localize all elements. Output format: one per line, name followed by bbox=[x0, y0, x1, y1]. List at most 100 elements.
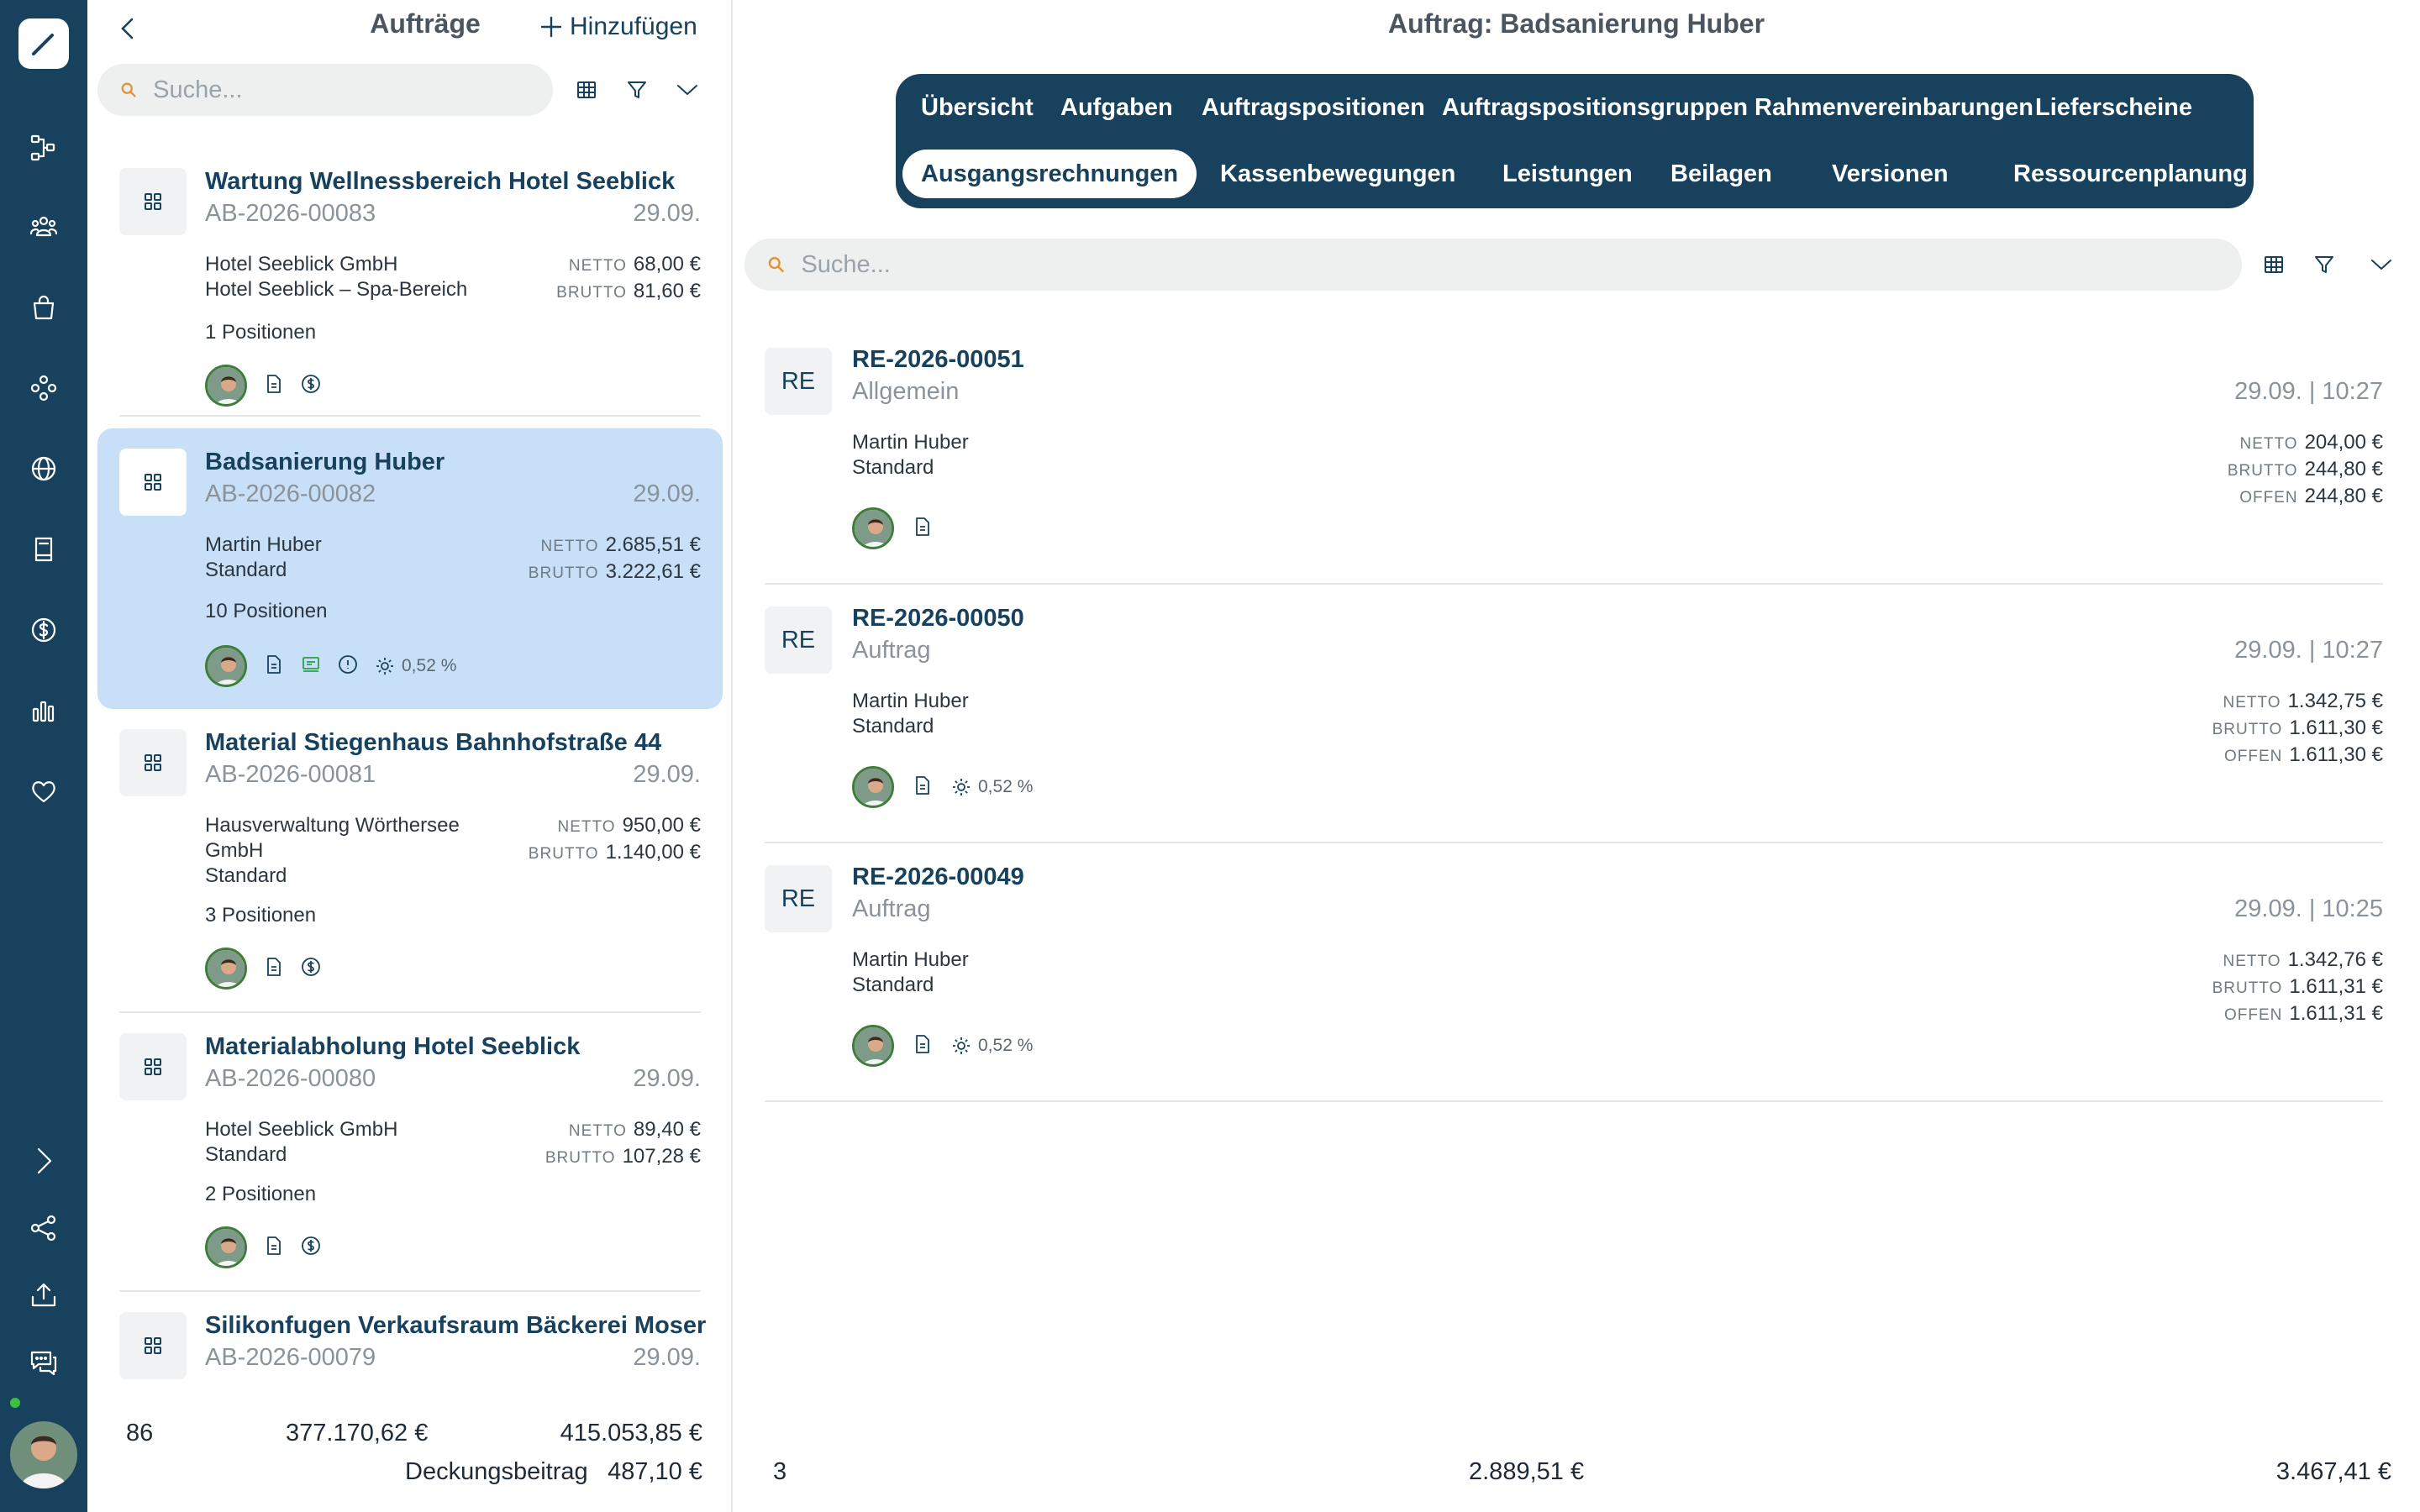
assignee-avatar[interactable] bbox=[205, 1226, 247, 1268]
add-button[interactable]: Hinzufügen bbox=[539, 10, 697, 44]
positions-count: 3 Positionen bbox=[205, 904, 317, 927]
tab-auftragspositionen[interactable]: Auftragspositionen bbox=[1183, 83, 1444, 132]
invoice-icon[interactable] bbox=[301, 654, 321, 679]
order-amounts: NETTO 950,00 € BRUTTO 1.140,00 € bbox=[529, 813, 701, 867]
tab-auftragspositionsgruppen[interactable]: Auftragspositionsgruppen bbox=[1423, 83, 1766, 132]
heart-icon[interactable] bbox=[22, 769, 66, 813]
assignee-avatar[interactable] bbox=[205, 365, 247, 407]
assignee-avatar[interactable] bbox=[852, 766, 894, 808]
order-client: Hotel Seeblick GmbH Hotel Seeblick – Spa… bbox=[205, 252, 508, 302]
book-icon[interactable] bbox=[22, 528, 66, 571]
chevron-down-icon bbox=[2371, 260, 2391, 270]
invoice-row[interactable]: RE RE-2026-00050 Auftrag 29.09. | 10:27 … bbox=[765, 585, 2383, 843]
back-button[interactable] bbox=[111, 12, 145, 45]
table-view-button[interactable] bbox=[2255, 246, 2292, 283]
brutto-label: BRUTTO bbox=[2212, 721, 2283, 738]
order-title: Wartung Wellnessbereich Hotel Seeblick bbox=[205, 168, 676, 195]
table-icon bbox=[2265, 256, 2283, 273]
list-search-field[interactable] bbox=[97, 64, 553, 116]
tab-beilagen[interactable]: Beilagen bbox=[1652, 150, 1791, 198]
upload-icon[interactable] bbox=[22, 1273, 66, 1317]
filter-button[interactable] bbox=[618, 71, 655, 108]
order-count: 86 bbox=[126, 1420, 154, 1446]
modules-icon[interactable] bbox=[22, 366, 66, 410]
assignee-avatar[interactable] bbox=[852, 507, 894, 549]
offen-value: 244,80 € bbox=[2304, 485, 2383, 507]
document-icon[interactable] bbox=[913, 517, 933, 541]
document-icon[interactable] bbox=[264, 1236, 284, 1260]
workflow-icon[interactable] bbox=[22, 126, 66, 170]
info-icon[interactable] bbox=[338, 654, 358, 679]
shopping-bag-icon[interactable] bbox=[22, 286, 66, 329]
globe-icon[interactable] bbox=[22, 447, 66, 491]
client-line: Hausverwaltung Wörthersee GmbH bbox=[205, 814, 460, 862]
dollar-icon[interactable] bbox=[301, 957, 321, 981]
table-icon bbox=[577, 81, 596, 98]
dollar-icon[interactable] bbox=[22, 608, 66, 652]
assignee-avatar[interactable] bbox=[205, 948, 247, 990]
list-search-input[interactable] bbox=[153, 76, 553, 104]
client-line: Hotel Seeblick GmbH bbox=[205, 253, 398, 276]
tab-kassenbewegungen[interactable]: Kassenbewegungen bbox=[1202, 150, 1474, 198]
users-icon[interactable] bbox=[22, 205, 66, 249]
expand-chevron-icon[interactable] bbox=[22, 1139, 66, 1183]
share-icon[interactable] bbox=[22, 1206, 66, 1250]
bar-chart-icon[interactable] bbox=[22, 689, 66, 732]
brutto-label: BRUTTO bbox=[528, 845, 599, 863]
invoice-row[interactable]: RE RE-2026-00049 Auftrag 29.09. | 10:25 … bbox=[765, 843, 2383, 1102]
document-icon[interactable] bbox=[264, 374, 284, 398]
order-amounts: NETTO 2.685,51 € BRUTTO 3.222,61 € bbox=[529, 533, 701, 586]
more-options-button[interactable] bbox=[2363, 246, 2400, 283]
positions-count: 1 Positionen bbox=[205, 321, 317, 344]
chat-icon[interactable] bbox=[22, 1341, 66, 1384]
document-icon[interactable] bbox=[913, 1034, 933, 1058]
document-icon[interactable] bbox=[264, 654, 284, 679]
assignee-avatar[interactable] bbox=[205, 645, 247, 687]
order-icons bbox=[205, 1226, 321, 1268]
invoice-amounts: NETTO 1.342,75 € BRUTTO 1.611,30 € OFFEN 1.… bbox=[2212, 689, 2383, 769]
order-card[interactable]: Materialabholung Hotel Seeblick AB-2026-… bbox=[97, 1013, 723, 1292]
invoice-icons bbox=[852, 507, 933, 549]
tab-rahmenvereinbarungen[interactable]: Rahmenvereinbarungen bbox=[1736, 83, 2052, 132]
brutto-label: BRUTTO bbox=[2227, 462, 2298, 480]
detail-search-field[interactable] bbox=[744, 239, 2242, 291]
invoice-type: Allgemein bbox=[852, 378, 960, 405]
dollar-icon[interactable] bbox=[301, 1236, 321, 1260]
order-title: Materialabholung Hotel Seeblick bbox=[205, 1033, 581, 1060]
order-card-selected[interactable]: Badsanierung Huber AB-2026-00082 Martin … bbox=[97, 428, 723, 709]
more-options-button[interactable] bbox=[669, 71, 706, 108]
user-avatar[interactable] bbox=[10, 1421, 77, 1488]
margin-indicator: 0,52 % bbox=[375, 656, 456, 676]
assignee-avatar[interactable] bbox=[852, 1025, 894, 1067]
tab-lieferscheine[interactable]: Lieferscheine bbox=[2017, 83, 2211, 132]
tab-ausgangsrechnungen[interactable]: Ausgangsrechnungen bbox=[902, 150, 1197, 198]
order-card[interactable]: Wartung Wellnessbereich Hotel Seeblick A… bbox=[97, 148, 723, 417]
invoice-client: Martin Huber Standard bbox=[852, 948, 969, 998]
order-title: Badsanierung Huber bbox=[205, 449, 445, 475]
tab-uebersicht[interactable]: Übersicht bbox=[902, 83, 1052, 132]
detail-search-input[interactable] bbox=[801, 250, 2242, 279]
dollar-icon[interactable] bbox=[301, 374, 321, 398]
tab-leistungen[interactable]: Leistungen bbox=[1484, 150, 1651, 198]
tab-versionen[interactable]: Versionen bbox=[1813, 150, 1967, 198]
invoice-row[interactable]: RE RE-2026-00051 Allgemein 29.09. | 10:2… bbox=[765, 326, 2383, 585]
filter-button[interactable] bbox=[2306, 246, 2343, 283]
order-icon bbox=[119, 449, 187, 516]
gear-icon bbox=[953, 779, 970, 795]
invoice-badge: RE bbox=[765, 865, 832, 932]
order-icons: 0,52 % bbox=[205, 645, 456, 687]
app-logo[interactable] bbox=[18, 18, 69, 69]
order-card[interactable]: Silikonfugen Verkaufsraum Bäckerei Moser… bbox=[97, 1292, 723, 1393]
offen-value: 1.611,30 € bbox=[2289, 743, 2383, 766]
document-icon[interactable] bbox=[264, 957, 284, 981]
tab-ressourcenplanung[interactable]: Ressourcenplanung bbox=[1995, 150, 2266, 198]
order-client: Hausverwaltung Wörthersee GmbH Standard bbox=[205, 813, 491, 889]
tab-aufgaben[interactable]: Aufgaben bbox=[1042, 83, 1192, 132]
table-view-button[interactable] bbox=[568, 71, 605, 108]
order-card[interactable]: Material Stiegenhaus Bahnhofstraße 44 AB… bbox=[97, 709, 723, 1013]
orders-list-panel: Aufträge Hinzufügen Wartung Wellnessbere… bbox=[87, 0, 733, 1512]
client-line: Hotel Seeblick GmbH bbox=[205, 1118, 398, 1141]
brutto-value: 107,28 € bbox=[622, 1145, 701, 1168]
margin-value: 0,52 % bbox=[978, 777, 1034, 796]
document-icon[interactable] bbox=[913, 775, 933, 800]
